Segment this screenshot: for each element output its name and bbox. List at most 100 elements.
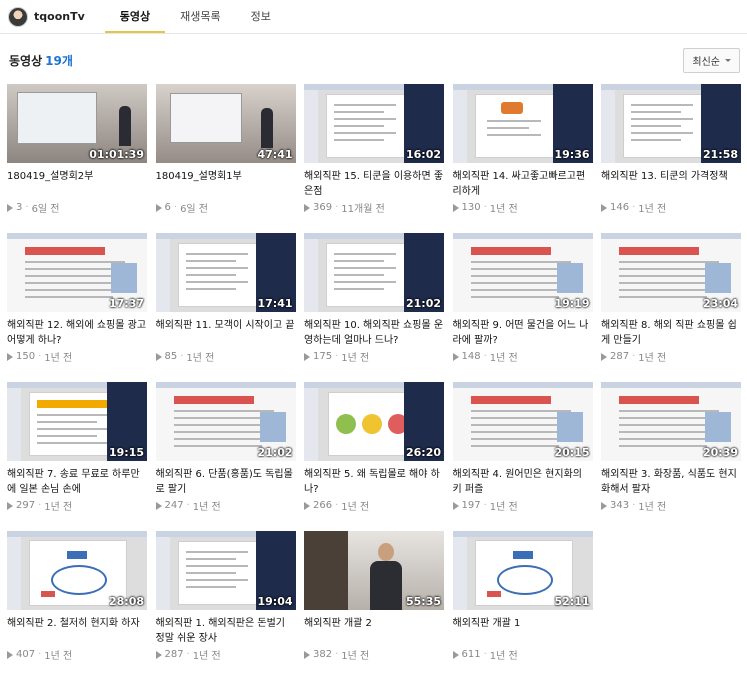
video-duration: 17:37 xyxy=(108,297,144,310)
video-card[interactable]: 28:08 해외직판 2. 철저히 현지화 하자 407 · 1년 전 xyxy=(7,531,147,680)
video-title[interactable]: 해외직판 13. 티쿤의 가격정책 xyxy=(601,169,741,199)
view-count: 148 xyxy=(461,351,481,362)
separator-dot: · xyxy=(38,500,42,511)
channel-name[interactable]: tqoonTv xyxy=(34,10,85,23)
video-card[interactable]: 47:41 180419_설명회1부 6 · 6일 전 xyxy=(155,84,296,233)
sort-dropdown[interactable]: 최신순 xyxy=(683,47,740,73)
video-title[interactable]: 해외직판 11. 모객이 시작이고 끝 xyxy=(156,318,296,348)
video-thumbnail[interactable]: 26:20 xyxy=(304,382,444,461)
video-card[interactable]: 26:20 해외직판 5. 왜 독립몰로 해야 하나? 266 · 1년 전 xyxy=(304,382,444,531)
channel-tabs: 동영상 재생목록 정보 xyxy=(104,0,286,33)
video-title[interactable]: 해외직판 8. 해외 직판 쇼핑몰 쉽게 만들기 xyxy=(601,318,741,348)
video-card[interactable]: 23:04 해외직판 8. 해외 직판 쇼핑몰 쉽게 만들기 287 · 1년 전 xyxy=(601,233,741,382)
avatar[interactable] xyxy=(8,6,28,27)
video-card[interactable]: 21:02 해외직판 10. 해외직판 쇼핑몰 운영하는데 얼마나 드나? 175 ·… xyxy=(304,233,444,382)
video-card[interactable]: 52:11 해외직판 개괄 1 611 · 1년 전 xyxy=(452,531,593,680)
video-title[interactable]: 180419_설명회1부 xyxy=(156,169,296,199)
video-card[interactable]: 17:37 해외직판 12. 해외에 쇼핑몰 광고 어떻게 하나? 150 · 1년 전 xyxy=(7,233,147,382)
video-thumbnail[interactable]: 20:15 xyxy=(452,382,593,461)
video-title[interactable]: 해외직판 7. 송료 무료로 하루만에 일본 손님 손에 xyxy=(7,467,147,497)
video-title[interactable]: 해외직판 개괄 1 xyxy=(453,616,593,646)
video-meta: 148 · 1년 전 xyxy=(452,349,593,364)
video-title[interactable]: 해외직판 2. 철저히 현지화 하자 xyxy=(7,616,147,646)
video-thumbnail[interactable]: 21:58 xyxy=(601,84,741,163)
video-title[interactable]: 해외직판 1. 해외직판은 돈벌기 정말 쉬운 장사 xyxy=(156,616,296,646)
video-thumbnail[interactable]: 16:02 xyxy=(304,84,444,163)
video-card[interactable]: 19:15 해외직판 7. 송료 무료로 하루만에 일본 손님 손에 297 · 1년 … xyxy=(7,382,147,531)
video-title[interactable]: 해외직판 4. 원어민은 현지화의 키 퍼즐 xyxy=(453,467,593,497)
video-thumbnail[interactable]: 52:11 xyxy=(452,531,593,610)
video-duration: 20:15 xyxy=(554,446,590,459)
video-title[interactable]: 해외직판 9. 어떤 물건을 어느 나라에 팔까? xyxy=(453,318,593,348)
video-title[interactable]: 해외직판 10. 해외직판 쇼핑몰 운영하는데 얼마나 드나? xyxy=(304,318,444,348)
video-thumbnail[interactable]: 19:36 xyxy=(452,84,593,163)
video-card[interactable]: 19:19 해외직판 9. 어떤 물건을 어느 나라에 팔까? 148 · 1년 전 xyxy=(452,233,593,382)
video-duration: 19:04 xyxy=(257,595,293,608)
upload-age: 1년 전 xyxy=(192,502,221,513)
video-thumbnail[interactable]: 21:02 xyxy=(304,233,444,312)
video-thumbnail[interactable]: 19:19 xyxy=(452,233,593,312)
upload-age: 11개월 전 xyxy=(341,204,385,215)
tab-about[interactable]: 정보 xyxy=(236,0,286,33)
tab-playlists[interactable]: 재생목록 xyxy=(165,0,235,33)
upload-age: 1년 전 xyxy=(341,502,370,513)
view-count: 247 xyxy=(164,500,184,511)
video-title[interactable]: 해외직판 5. 왜 독립몰로 해야 하나? xyxy=(304,467,444,497)
video-thumbnail[interactable]: 55:35 xyxy=(304,531,444,610)
video-duration: 47:41 xyxy=(257,148,293,161)
tab-videos[interactable]: 동영상 xyxy=(104,0,166,33)
video-thumbnail[interactable]: 17:41 xyxy=(155,233,296,312)
video-title[interactable]: 해외직판 개괄 2 xyxy=(304,616,444,646)
video-duration: 19:15 xyxy=(108,446,144,459)
video-thumbnail[interactable]: 20:39 xyxy=(601,382,741,461)
video-thumbnail[interactable]: 19:04 xyxy=(155,531,296,610)
video-title[interactable]: 해외직판 3. 화장품, 식품도 현지화해서 팔자 xyxy=(601,467,741,497)
video-meta: 6 · 6일 전 xyxy=(155,200,296,215)
video-card[interactable]: 16:02 해외직판 15. 티쿤을 이용하면 좋은점 369 · 11개월 전 xyxy=(304,84,444,233)
video-duration: 21:02 xyxy=(405,297,441,310)
video-meta: 146 · 1년 전 xyxy=(601,200,741,215)
video-list-header: 동영상 19개 최신순 xyxy=(9,47,740,73)
channel-info[interactable]: tqoonTv xyxy=(8,0,97,33)
upload-age: 1년 전 xyxy=(341,353,370,364)
play-icon xyxy=(304,352,310,361)
video-card[interactable]: 19:04 해외직판 1. 해외직판은 돈벌기 정말 쉬운 장사 287 · 1년 전 xyxy=(155,531,296,680)
video-count: 19개 xyxy=(45,53,73,68)
video-thumbnail[interactable]: 01:01:39 xyxy=(7,84,147,163)
video-thumbnail[interactable]: 28:08 xyxy=(7,531,147,610)
play-icon xyxy=(452,501,459,510)
video-title[interactable]: 해외직판 12. 해외에 쇼핑몰 광고 어떻게 하나? xyxy=(7,318,147,348)
chevron-down-icon xyxy=(725,58,731,62)
separator-dot: · xyxy=(173,202,178,213)
video-title[interactable]: 해외직판 14. 싸고좋고빠르고편리하게 xyxy=(453,169,593,199)
video-list-title: 동영상 xyxy=(9,53,43,68)
video-thumbnail[interactable]: 47:41 xyxy=(155,84,296,163)
separator-dot: · xyxy=(25,202,29,213)
video-meta: 343 · 1년 전 xyxy=(601,498,741,513)
video-card[interactable]: 21:02 해외직판 6. 단품(홍품)도 독립몰로 팔기 247 · 1년 전 xyxy=(155,382,296,531)
video-card[interactable]: 17:41 해외직판 11. 모객이 시작이고 끝 85 · 1년 전 xyxy=(155,233,296,382)
upload-age: 6일 전 xyxy=(180,204,209,215)
video-card[interactable]: 20:15 해외직판 4. 원어민은 현지화의 키 퍼즐 197 · 1년 전 xyxy=(452,382,593,531)
video-meta: 130 · 1년 전 xyxy=(452,200,593,215)
play-icon xyxy=(155,352,162,361)
view-count: 197 xyxy=(461,500,481,511)
video-thumbnail[interactable]: 23:04 xyxy=(601,233,741,312)
video-card[interactable]: 19:36 해외직판 14. 싸고좋고빠르고편리하게 130 · 1년 전 xyxy=(452,84,593,233)
video-duration: 23:04 xyxy=(702,297,738,310)
video-thumbnail[interactable]: 17:37 xyxy=(7,233,147,312)
video-duration: 21:58 xyxy=(702,148,738,161)
video-thumbnail[interactable]: 21:02 xyxy=(155,382,296,461)
video-thumbnail[interactable]: 19:15 xyxy=(7,382,147,461)
video-card[interactable]: 55:35 해외직판 개괄 2 382 · 1년 전 xyxy=(304,531,444,680)
video-title[interactable]: 해외직판 6. 단품(홍품)도 독립몰로 팔기 xyxy=(156,467,296,497)
video-meta: 150 · 1년 전 xyxy=(7,349,147,364)
video-title[interactable]: 180419_설명회2부 xyxy=(7,169,147,199)
video-card[interactable]: 01:01:39 180419_설명회2부 3 · 6일 전 xyxy=(7,84,147,233)
video-card[interactable]: 20:39 해외직판 3. 화장품, 식품도 현지화해서 팔자 343 · 1년 전 xyxy=(601,382,741,531)
video-card[interactable]: 21:58 해외직판 13. 티쿤의 가격정책 146 · 1년 전 xyxy=(601,84,741,233)
video-meta: 3 · 6일 전 xyxy=(7,200,147,215)
view-count: 297 xyxy=(16,500,36,511)
video-title[interactable]: 해외직판 15. 티쿤을 이용하면 좋은점 xyxy=(304,169,444,199)
play-icon xyxy=(304,501,310,510)
